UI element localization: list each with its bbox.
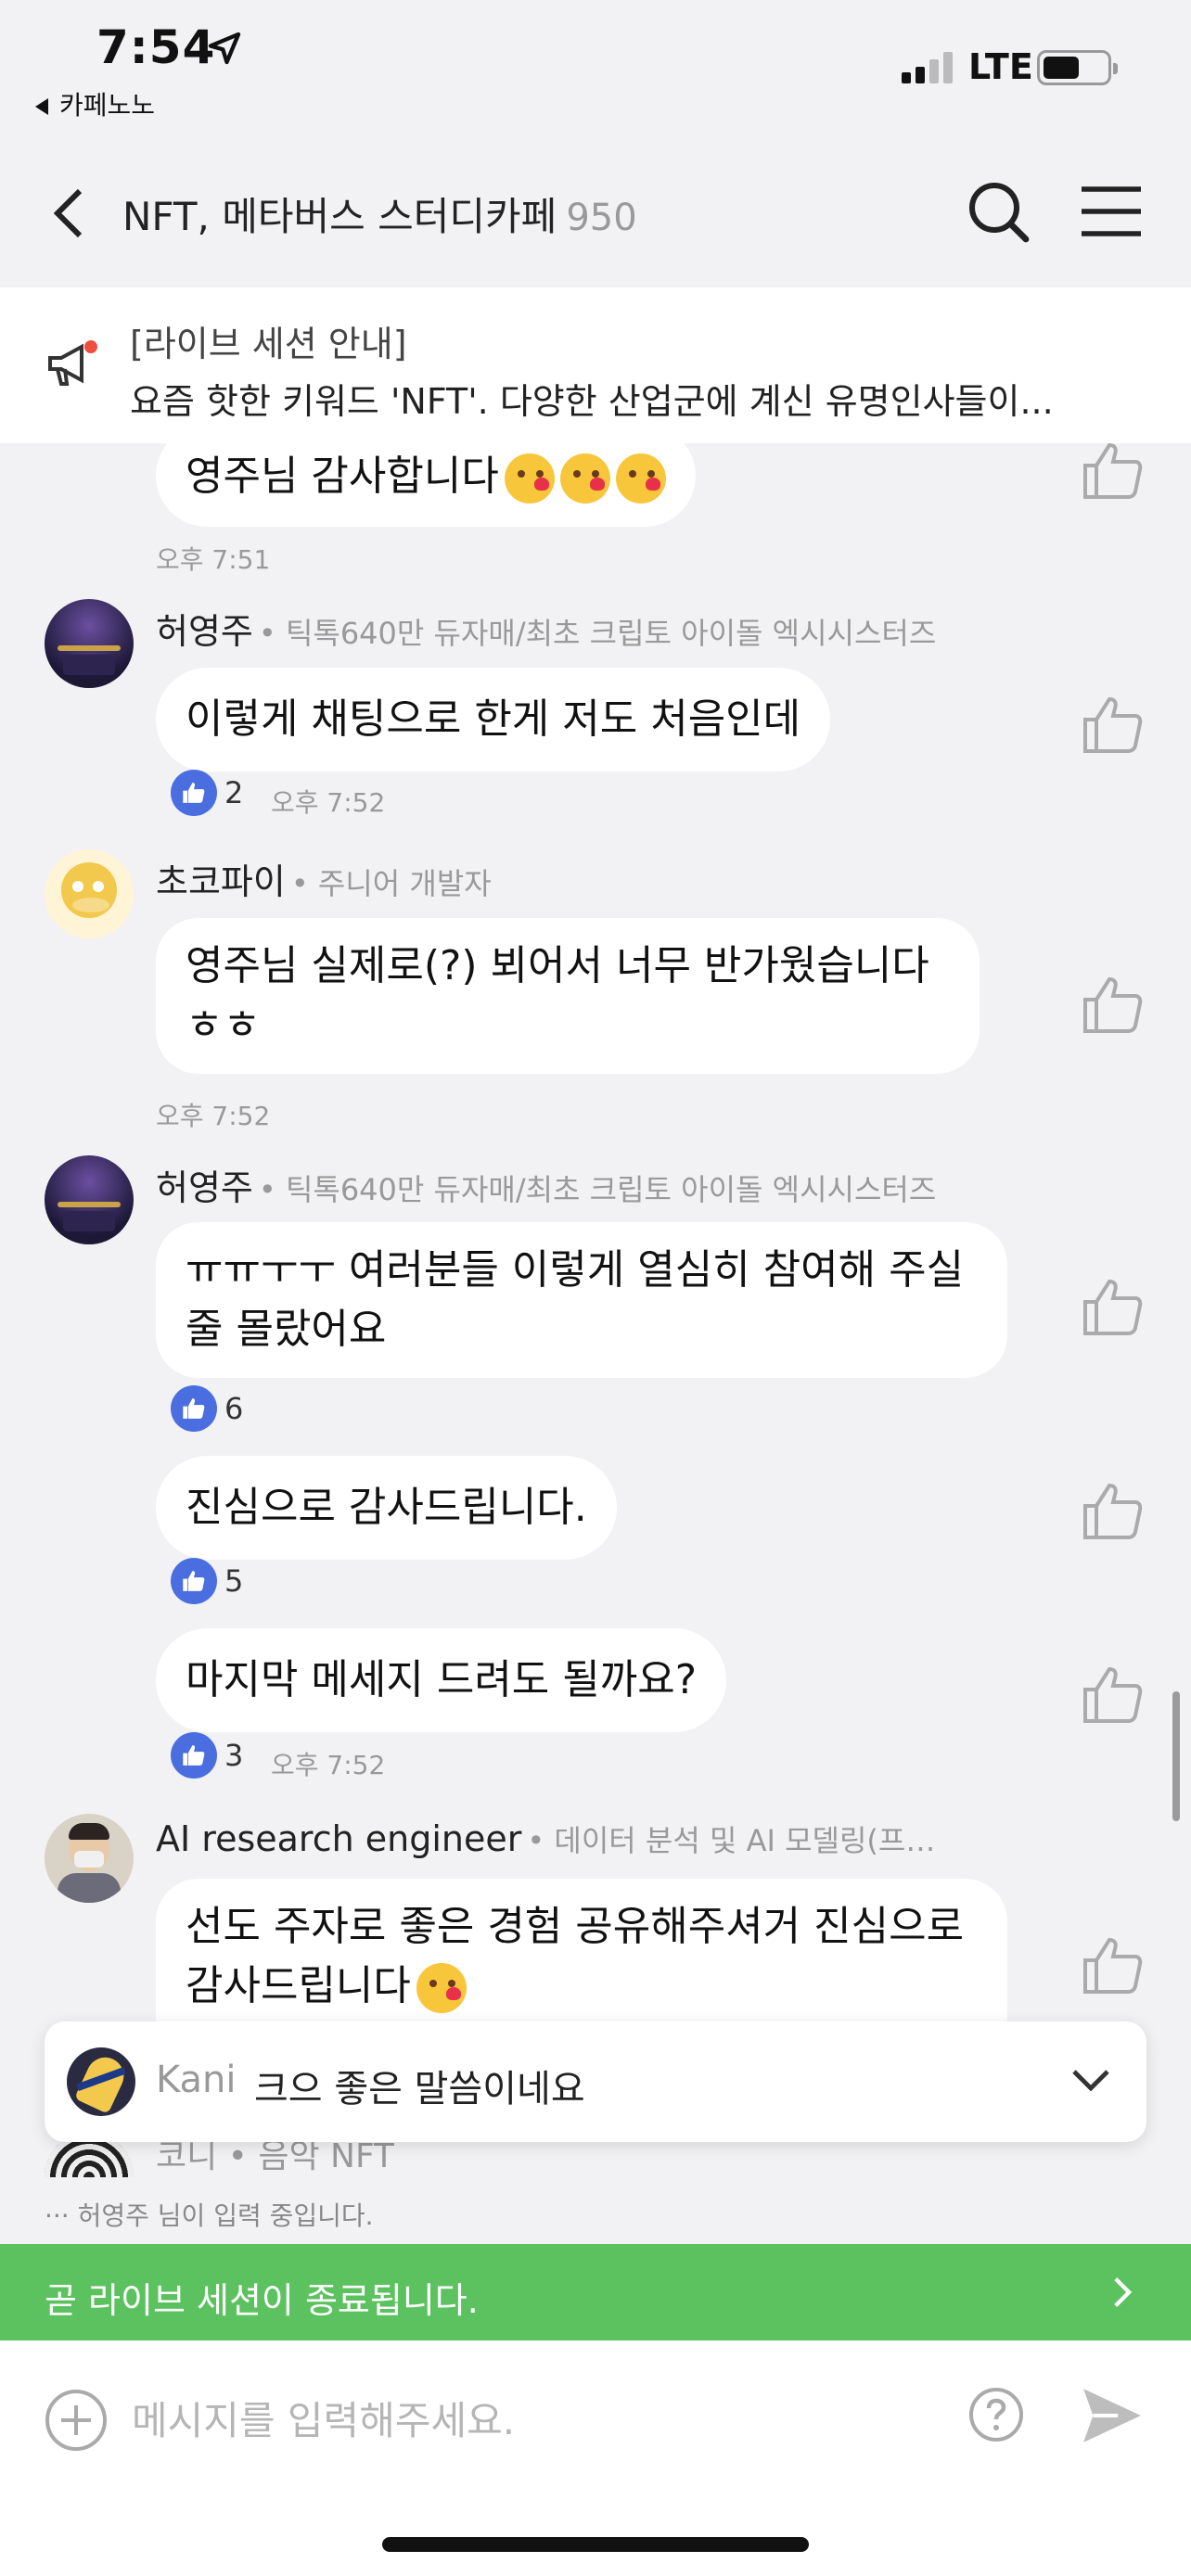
sender-label: AI research engineer: [156, 1818, 522, 1859]
like-count-value: 3: [224, 1738, 244, 1773]
session-ending-text: 곧 라이브 세션이 종료됩니다.: [45, 2280, 479, 2321]
location-arrow-icon: [208, 32, 241, 65]
kiss-emoji-icon: [615, 453, 666, 504]
latest-message-popup[interactable]: Kani 크으 좋은 말씀이네요: [45, 2021, 1146, 2142]
avatar[interactable]: [45, 599, 134, 688]
sender-name: AI research engineer • 데이터 분석 및 AI 모델링(프…: [156, 1817, 935, 1860]
message-text-line: 영주님 실제로(?) 뵈어서 너무 반가웠습니다: [186, 942, 929, 989]
popup-sender: Kani: [156, 2059, 237, 2101]
sender-label: 허영주: [156, 1167, 253, 1208]
status-bar: 7:54 카페노노 LTE: [0, 0, 1191, 130]
sender-name: 초코파이 • 주니어 개발자: [156, 853, 492, 904]
notice-title: [라이브 세션 안내]: [130, 324, 407, 364]
message-bubble[interactable]: 영주님 실제로(?) 뵈어서 너무 반가웠습니다 ㅎㅎ: [156, 918, 980, 1074]
thumbs-up-icon: [171, 770, 217, 816]
like-icon[interactable]: [1080, 1478, 1146, 1545]
message-text: 마지막 메세지 드려도 될까요?: [186, 1656, 698, 1703]
message-text: 이렇게 채팅으로 한게 저도 처음인데: [186, 695, 801, 743]
question-icon[interactable]: [968, 2387, 1024, 2442]
message-text: 진심으로 감사드립니다.: [186, 1484, 587, 1531]
sender-description: • 데이터 분석 및 AI 모델링(프…: [527, 1823, 936, 1858]
timestamp: 오후 7:51: [156, 544, 271, 575]
message-bubble[interactable]: ㅠㅠㅜㅜ 여러분들 이렇게 열심히 참여해 주실 줄 몰랐어요: [156, 1222, 1007, 1378]
popup-text: 크으 좋은 말씀이네요: [254, 2068, 585, 2111]
network-type: LTE: [968, 46, 1033, 87]
timestamp: 오후 7:52: [271, 1750, 386, 1780]
battery-icon: [1037, 50, 1118, 85]
back-to-app-link[interactable]: 카페노노: [35, 85, 155, 122]
typing-indicator: ··· 허영주 님이 입력 중입니다.: [45, 2200, 374, 2231]
message-text-line: ㅠㅠㅜㅜ 여러분들 이렇게 열심히 참여해 주실: [186, 1246, 965, 1294]
sender-description: • 주니어 개발자: [290, 866, 492, 901]
like-count[interactable]: 2: [171, 770, 243, 816]
message-text-line: 감사드립니다: [186, 1962, 411, 2009]
notice-banner[interactable]: [라이브 세션 안내] 요즘 핫한 키워드 'NFT'. 다양한 산업군에 계신…: [0, 287, 1191, 443]
sender-name: 허영주 • 틱톡640만 듀자매/최초 크립토 아이돌 엑시시스터즈: [156, 1159, 936, 1210]
message-bubble[interactable]: 영주님 감사합니다: [156, 443, 696, 527]
like-icon[interactable]: [1080, 1274, 1146, 1341]
avatar: [67, 2047, 135, 2116]
message-composer: [0, 2340, 1191, 2576]
home-indicator: [382, 2537, 809, 2552]
timestamp: 오후 7:52: [271, 787, 386, 818]
member-count: 950: [566, 197, 637, 239]
message-bubble[interactable]: 마지막 메세지 드려도 될까요?: [156, 1628, 727, 1732]
kiss-emoji-icon: [504, 453, 555, 504]
message-text-line: 줄 몰랐어요: [186, 1306, 387, 1353]
thumbs-up-icon: [171, 1732, 217, 1779]
notice-text: 요즘 핫한 키워드 'NFT'. 다양한 산업군에 계신 유명인사들이...: [130, 381, 1054, 422]
thumbs-up-icon: [171, 1558, 217, 1604]
bowing-person-emoji-icon: [416, 1963, 467, 2013]
message-input[interactable]: [132, 2392, 929, 2448]
chat-list[interactable]: 영주님 감사합니다 오후 7:51 허영주 • 틱톡640만 듀자매/최초 크립토…: [0, 443, 1191, 2187]
nav-header: NFT, 메타버스 스터디카페 950: [0, 130, 1191, 287]
chevron-right-icon: [1114, 2277, 1133, 2307]
sender-name: 허영주 • 틱톡640만 듀자매/최초 크립토 아이돌 엑시시스터즈: [156, 603, 936, 654]
sender-description: • 틱톡640만 듀자매/최초 크립토 아이돌 엑시시스터즈: [258, 616, 937, 651]
message-text-line: 선도 주자로 좋은 경험 공유해주셔거 진심으로: [186, 1903, 965, 1950]
like-icon[interactable]: [1080, 692, 1146, 759]
avatar[interactable]: [45, 849, 134, 938]
back-app-label: 카페노노: [59, 90, 156, 121]
like-count[interactable]: 6: [171, 1385, 243, 1432]
send-icon[interactable]: [1080, 2385, 1145, 2446]
like-icon[interactable]: [1080, 972, 1146, 1039]
like-count[interactable]: 5: [171, 1558, 243, 1604]
message-bubble[interactable]: 이렇게 채팅으로 한게 저도 처음인데: [156, 668, 831, 772]
menu-icon[interactable]: [1080, 185, 1143, 237]
back-arrow-icon[interactable]: [50, 187, 87, 239]
sender-description: • 틱톡640만 듀자매/최초 크립토 아이돌 엑시시스터즈: [258, 1172, 937, 1207]
scrollbar[interactable]: [1172, 1691, 1180, 1821]
like-count-value: 6: [224, 1391, 244, 1426]
signal-icon: [902, 52, 957, 83]
page-title: NFT, 메타버스 스터디카페 950: [122, 185, 637, 242]
message-text-line: ㅎㅎ: [186, 1001, 261, 1049]
cafe-name: NFT, 메타버스 스터디카페: [122, 194, 557, 239]
session-ending-bar[interactable]: 곧 라이브 세션이 종료됩니다.: [0, 2244, 1191, 2340]
like-count[interactable]: 3: [171, 1732, 243, 1779]
sender-label: 허영주: [156, 611, 253, 652]
timestamp: 오후 7:52: [156, 1101, 271, 1131]
kiss-emoji-icon: [559, 453, 610, 504]
avatar[interactable]: [45, 1155, 134, 1244]
chevron-down-icon[interactable]: [1069, 2059, 1113, 2103]
like-icon[interactable]: [1080, 1662, 1146, 1728]
avatar[interactable]: [45, 1814, 134, 1903]
message-bubble[interactable]: 진심으로 감사드립니다.: [156, 1456, 617, 1560]
back-triangle-icon: [35, 98, 48, 115]
megaphone-icon: [48, 340, 97, 386]
like-icon[interactable]: [1080, 443, 1146, 504]
message-text: 영주님 감사합니다: [186, 453, 499, 500]
like-count-value: 2: [224, 775, 244, 810]
sender-label: 초코파이: [156, 861, 286, 902]
thumbs-up-icon: [171, 1385, 217, 1432]
like-icon[interactable]: [1080, 1932, 1146, 1999]
status-time: 7:54: [96, 20, 216, 74]
search-icon[interactable]: [967, 180, 1030, 243]
plus-icon[interactable]: [45, 2389, 108, 2452]
like-count-value: 5: [224, 1563, 244, 1599]
